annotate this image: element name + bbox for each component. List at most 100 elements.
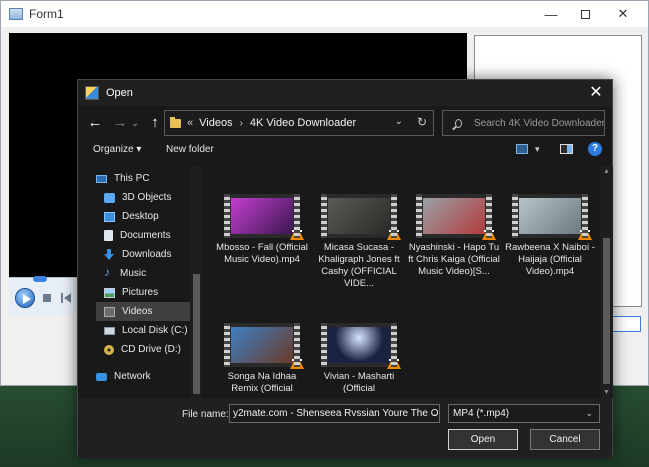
file-item[interactable]: Micasa Sucasa - Khaligraph Jones ft Cash… bbox=[311, 194, 407, 290]
previous-button[interactable] bbox=[61, 293, 71, 303]
cancel-button[interactable]: Cancel bbox=[530, 429, 600, 450]
nav-item-label: Music bbox=[120, 268, 147, 279]
dialog-title: Open bbox=[106, 87, 133, 99]
file-name-dropdown-icon[interactable]: ⌄ bbox=[430, 408, 438, 419]
3d-objects-icon bbox=[104, 192, 115, 203]
folder-icon bbox=[170, 116, 181, 128]
video-thumbnail bbox=[224, 194, 304, 240]
file-item[interactable]: Songa Na Idhaa Remix (Official bbox=[214, 323, 310, 395]
view-options-dropdown-icon[interactable]: ▾ bbox=[535, 144, 540, 155]
nav-item-label: Pictures bbox=[122, 287, 159, 298]
search-input[interactable] bbox=[474, 117, 604, 129]
videos-icon bbox=[104, 306, 115, 317]
nav-item-label: Local Disk (C:) bbox=[122, 325, 188, 336]
file-list: Mbosso - Fall (Official Music Video).mp4… bbox=[206, 166, 602, 398]
dialog-titlebar: Open ✕ bbox=[78, 80, 612, 106]
file-item[interactable]: Nyashinski - Hapo Tu ft Chris Kaiga (Off… bbox=[406, 194, 502, 278]
navigation-pane: This PC 3D Objects Desktop Documents Dow… bbox=[78, 166, 205, 398]
disk-icon bbox=[104, 326, 115, 335]
seek-handle[interactable] bbox=[33, 276, 47, 282]
organize-menu[interactable]: Organize ▾ bbox=[93, 144, 141, 155]
thumbnail-frame bbox=[231, 198, 293, 234]
nav-item-label: 3D Objects bbox=[122, 192, 172, 203]
file-item[interactable]: Vivian - Masharti (Official bbox=[311, 323, 407, 395]
vlc-icon bbox=[290, 226, 304, 240]
vlc-icon bbox=[482, 226, 496, 240]
dialog-app-icon bbox=[85, 86, 99, 100]
video-thumbnail bbox=[512, 194, 592, 240]
thumbnail-frame bbox=[328, 327, 390, 363]
app-icon bbox=[9, 8, 23, 20]
file-list-scrollbar[interactable]: ▲ ▼ bbox=[600, 166, 613, 398]
back-button[interactable]: ← bbox=[86, 113, 104, 133]
nav-item-label: Downloads bbox=[122, 249, 172, 260]
thumbnail-frame bbox=[519, 198, 581, 234]
file-name: Songa Na Idhaa Remix (Official bbox=[227, 371, 297, 394]
file-type-dropdown-icon[interactable]: ⌄ bbox=[585, 408, 593, 419]
cd-drive-icon bbox=[104, 344, 114, 355]
command-toolbar: Organize ▾ New folder ▾ ? bbox=[78, 140, 612, 166]
nav-item-label: Desktop bbox=[122, 211, 159, 222]
scroll-down-icon[interactable]: ▼ bbox=[603, 389, 610, 396]
computer-icon bbox=[96, 174, 107, 183]
thumbnail-frame bbox=[423, 198, 485, 234]
file-item[interactable]: Rawbeena X Naiboi - Haijaja (Official Vi… bbox=[502, 194, 598, 278]
vlc-icon bbox=[387, 355, 401, 369]
nav-item-label: This PC bbox=[114, 173, 150, 184]
preview-pane-icon[interactable] bbox=[560, 144, 573, 154]
help-icon[interactable]: ? bbox=[588, 142, 602, 156]
minimize-button[interactable]: — bbox=[534, 1, 568, 27]
pictures-icon bbox=[104, 287, 115, 298]
file-name: Rawbeena X Naiboi - Haijaja (Official Vi… bbox=[505, 242, 595, 277]
maximize-icon bbox=[580, 9, 590, 19]
breadcrumb-separator-icon[interactable]: › bbox=[240, 118, 243, 129]
dialog-close-button[interactable]: ✕ bbox=[586, 83, 606, 103]
breadcrumb-videos[interactable]: Videos bbox=[199, 117, 232, 129]
navigation-bar: ← → ⌄ ↑ « Videos › 4K Video Downloader ⌄… bbox=[78, 106, 612, 140]
nav-item-label: Documents bbox=[120, 230, 171, 241]
maximize-button[interactable] bbox=[568, 1, 602, 27]
nav-pane-scrollbar[interactable] bbox=[190, 166, 202, 398]
network-icon bbox=[96, 372, 107, 381]
search-box[interactable] bbox=[442, 110, 605, 136]
form1-close-button[interactable]: ✕ bbox=[606, 1, 640, 27]
dialog-footer: File name: y2mate.com - Shenseea Rvssian… bbox=[78, 398, 612, 458]
up-button[interactable]: ↑ bbox=[146, 113, 164, 133]
address-dropdown-icon[interactable]: ⌄ bbox=[395, 116, 403, 127]
refresh-icon[interactable]: ↻ bbox=[417, 115, 427, 129]
video-thumbnail bbox=[321, 194, 401, 240]
downloads-icon bbox=[104, 249, 115, 260]
file-name: Nyashinski - Hapo Tu ft Chris Kaiga (Off… bbox=[408, 242, 500, 277]
documents-icon bbox=[104, 230, 113, 241]
change-view-icon[interactable] bbox=[516, 144, 528, 154]
scroll-up-icon[interactable]: ▲ bbox=[603, 168, 610, 175]
form1-titlebar: Form1 — ✕ bbox=[1, 1, 648, 27]
recent-locations-button[interactable]: ⌄ bbox=[130, 113, 140, 133]
nav-pane-scroll-thumb[interactable] bbox=[193, 274, 200, 394]
nav-item-videos[interactable]: Videos bbox=[96, 302, 190, 321]
vlc-icon bbox=[290, 355, 304, 369]
play-button[interactable] bbox=[15, 288, 35, 308]
new-folder-button[interactable]: New folder bbox=[166, 144, 214, 155]
open-file-dialog: Open ✕ ← → ⌄ ↑ « Videos › 4K Video Downl… bbox=[77, 79, 613, 458]
breadcrumb-4k-video-downloader[interactable]: 4K Video Downloader bbox=[250, 117, 356, 129]
file-name: Micasa Sucasa - Khaligraph Jones ft Cash… bbox=[318, 242, 400, 289]
form1-title: Form1 bbox=[29, 7, 64, 21]
desktop-icon bbox=[104, 211, 115, 222]
breadcrumb-overflow[interactable]: « bbox=[187, 117, 193, 129]
file-list-scroll-thumb[interactable] bbox=[603, 238, 610, 384]
file-name-input[interactable]: y2mate.com - Shenseea Rvssian Youre The … bbox=[229, 404, 440, 423]
file-name: Vivian - Masharti (Official bbox=[323, 371, 395, 394]
open-button[interactable]: Open bbox=[448, 429, 518, 450]
vlc-icon bbox=[387, 226, 401, 240]
file-type-value: MP4 (*.mp4) bbox=[453, 408, 510, 419]
file-type-select[interactable]: MP4 (*.mp4) ⌄ bbox=[448, 404, 600, 423]
forward-button[interactable]: → bbox=[111, 113, 129, 133]
address-bar[interactable]: « Videos › 4K Video Downloader ⌄ ↻ bbox=[164, 110, 434, 136]
vlc-icon bbox=[578, 226, 592, 240]
file-name: Mbosso - Fall (Official Music Video).mp4 bbox=[216, 242, 308, 265]
side-textbox[interactable] bbox=[611, 316, 641, 332]
search-icon bbox=[455, 118, 462, 128]
stop-button[interactable] bbox=[43, 294, 51, 302]
file-item[interactable]: Mbosso - Fall (Official Music Video).mp4 bbox=[214, 194, 310, 266]
